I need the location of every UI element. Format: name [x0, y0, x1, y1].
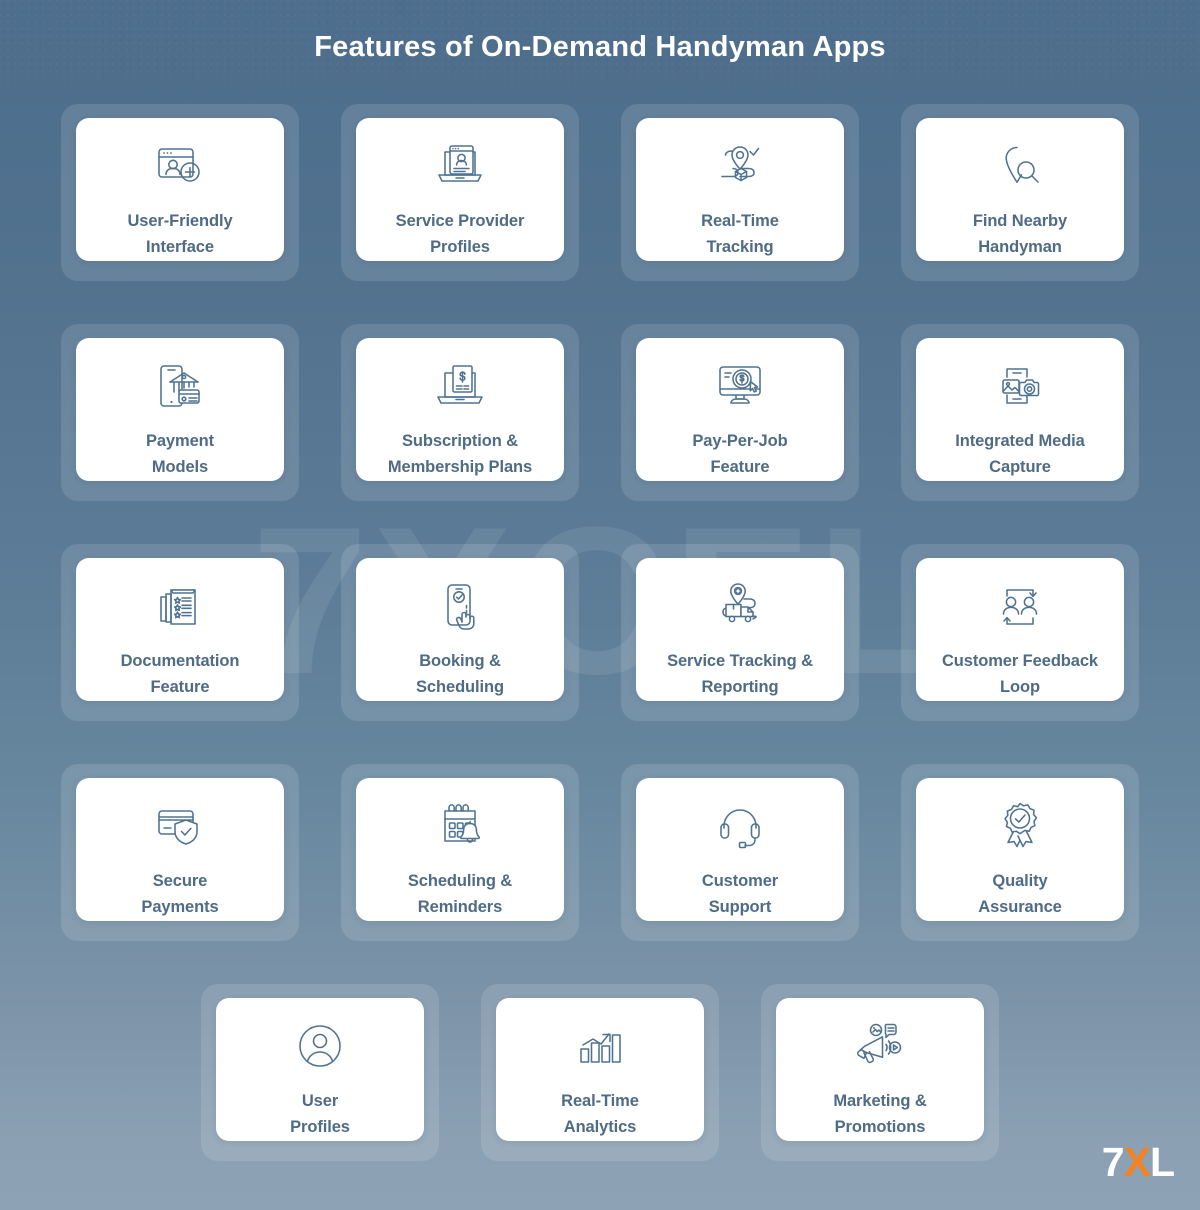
brand-logo: 7XL [1101, 1139, 1175, 1185]
laptop-profile-icon [428, 138, 492, 195]
laptop-invoice-icon [428, 358, 492, 415]
feature-card-label: Documentation Feature [120, 651, 240, 697]
feature-row-5: User Profiles Real-Time Analytics Market… [0, 984, 1200, 1161]
phone-tap-check-icon [428, 578, 492, 635]
feature-card-real-time-tracking[interactable]: Real-Time Tracking [621, 104, 859, 281]
page-title: Features of On-Demand Handyman Apps [314, 31, 886, 63]
feature-card-label: Pay-Per-Job Feature [692, 431, 788, 477]
feature-card-label: Customer Support [701, 871, 779, 917]
feature-card-scheduling-reminders[interactable]: Scheduling & Reminders [341, 764, 579, 941]
feature-card-service-provider-profiles[interactable]: Service Provider Profiles [341, 104, 579, 281]
feature-card-label: Real-Time Analytics [561, 1091, 639, 1137]
feature-card-label: Payment Models [145, 431, 215, 477]
feature-card-label: Booking & Scheduling [416, 651, 504, 697]
two-users-loop-icon [988, 578, 1052, 635]
headset-icon [708, 798, 772, 855]
feature-card-user-friendly-interface[interactable]: User-Friendly Interface [61, 104, 299, 281]
feature-card-payment-models[interactable]: Payment Models [61, 324, 299, 501]
feature-card-label: Real-Time Tracking [701, 211, 779, 257]
feature-card-label: Service Tracking & Reporting [667, 651, 813, 697]
feature-card-integrated-media-capture[interactable]: Integrated Media Capture [901, 324, 1139, 501]
monitor-dollar-click-icon [708, 358, 772, 415]
calendar-bell-icon [428, 798, 492, 855]
feature-card-label: Subscription & Membership Plans [387, 431, 533, 477]
feature-card-subscription-membership-plans[interactable]: Subscription & Membership Plans [341, 324, 579, 501]
bar-chart-arrow-icon [568, 1018, 632, 1075]
feature-card-label: Service Provider Profiles [395, 211, 525, 257]
feature-card-label: Scheduling & Reminders [407, 871, 513, 917]
feature-card-label: Marketing & Promotions [833, 1091, 927, 1137]
feature-card-secure-payments[interactable]: Secure Payments [61, 764, 299, 941]
feature-card-quality-assurance[interactable]: Quality Assurance [901, 764, 1139, 941]
logo-part-l: L [1149, 1139, 1175, 1185]
feature-card-pay-per-job-feature[interactable]: Pay-Per-Job Feature [621, 324, 859, 501]
truck-gear-pin-icon [708, 578, 772, 635]
award-badge-check-icon [988, 798, 1052, 855]
feature-card-marketing-promotions[interactable]: Marketing & Promotions [761, 984, 999, 1161]
map-pin-search-icon [988, 138, 1052, 195]
user-circle-icon [288, 1018, 352, 1075]
feature-card-label: Integrated Media Capture [955, 431, 1085, 477]
phone-camera-media-icon [988, 358, 1052, 415]
document-star-list-icon [148, 578, 212, 635]
feature-row-1: User-Friendly Interface Service Provider… [0, 104, 1200, 281]
feature-card-customer-feedback-loop[interactable]: Customer Feedback Loop [901, 544, 1139, 721]
mobile-bank-card-icon [148, 358, 212, 415]
feature-card-documentation-feature[interactable]: Documentation Feature [61, 544, 299, 721]
feature-card-label: Find Nearby Handyman [972, 211, 1068, 257]
feature-card-service-tracking-reporting[interactable]: Service Tracking & Reporting [621, 544, 859, 721]
feature-card-label: Quality Assurance [978, 871, 1062, 917]
logo-part-x: X [1123, 1139, 1151, 1185]
feature-row-4: Secure Payments Scheduling & Reminders C… [0, 764, 1200, 941]
feature-card-customer-support[interactable]: Customer Support [621, 764, 859, 941]
feature-card-label: User Profiles [290, 1091, 350, 1137]
infographic-poster: 7XCEL Features of On-Demand Handyman App… [0, 0, 1200, 1210]
feature-card-label: User-Friendly Interface [127, 211, 233, 257]
top-texture-fade [0, 62, 1200, 108]
logo-part-7: 7 [1101, 1139, 1125, 1185]
user-add-window-icon [148, 138, 212, 195]
location-package-route-icon [708, 138, 772, 195]
megaphone-media-icon [848, 1018, 912, 1075]
feature-card-label: Secure Payments [141, 871, 219, 917]
feature-row-2: Payment Models Subscription & Membership… [0, 324, 1200, 501]
feature-card-user-profiles[interactable]: User Profiles [201, 984, 439, 1161]
feature-card-booking-scheduling[interactable]: Booking & Scheduling [341, 544, 579, 721]
feature-card-find-nearby-handyman[interactable]: Find Nearby Handyman [901, 104, 1139, 281]
feature-card-label: Customer Feedback Loop [941, 651, 1099, 697]
card-shield-check-icon [148, 798, 212, 855]
feature-card-real-time-analytics[interactable]: Real-Time Analytics [481, 984, 719, 1161]
feature-row-3: Documentation Feature Booking & Scheduli… [0, 544, 1200, 721]
